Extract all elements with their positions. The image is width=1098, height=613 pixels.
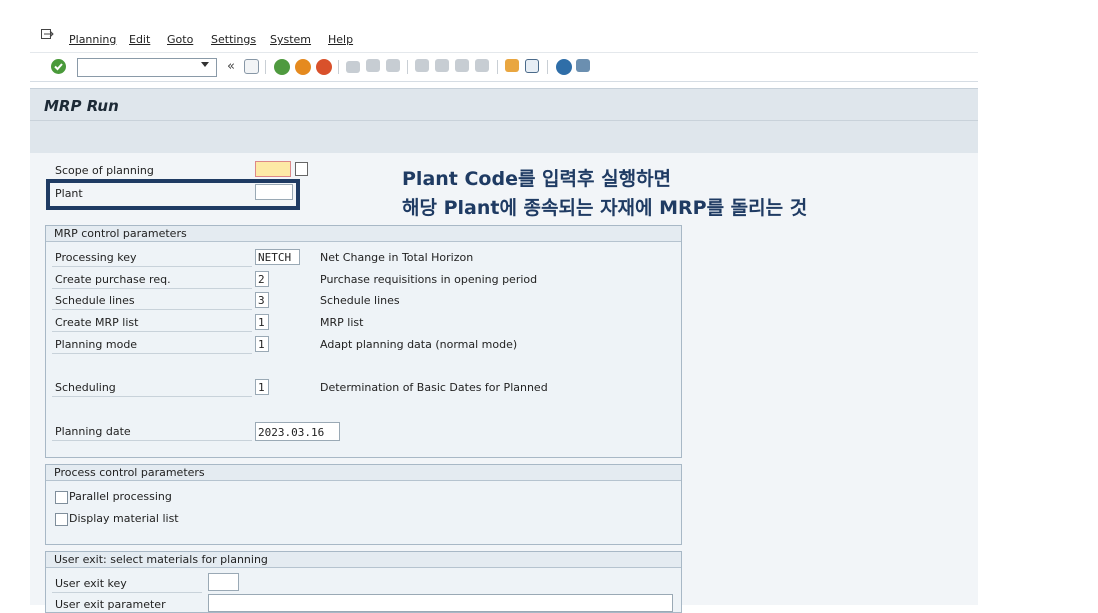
double-chevron-icon[interactable]: «	[227, 59, 235, 74]
page-title: MRP Run	[44, 97, 119, 115]
user-exit-key-label: User exit key	[55, 577, 127, 590]
menu-system[interactable]: System	[270, 33, 311, 46]
menu-icon[interactable]	[41, 29, 54, 39]
annotation-line-2: 해당 Plant에 종속되는 자재에 MRP를 돌리는 것	[402, 197, 808, 219]
first-page-icon[interactable]	[415, 59, 429, 72]
application-toolbar	[30, 120, 978, 154]
menu-goto[interactable]: Goto	[167, 33, 193, 46]
planning-mode-label: Planning mode	[55, 338, 138, 351]
matchcode-icon[interactable]	[295, 162, 308, 176]
processing-key-label: Processing key	[55, 251, 137, 264]
scheduling-input[interactable]: 1	[255, 379, 269, 395]
processing-key-input[interactable]: NETCH	[255, 249, 300, 265]
scope-of-planning-label: Scope of planning	[55, 164, 154, 177]
enter-icon[interactable]	[51, 59, 66, 74]
parallel-processing-label: Parallel processing	[69, 490, 172, 503]
group-title: MRP control parameters	[46, 226, 681, 242]
highlight-box	[46, 179, 300, 210]
group-title: Process control parameters	[46, 465, 681, 481]
command-field[interactable]	[77, 58, 217, 77]
parallel-processing-checkbox[interactable]	[55, 491, 68, 504]
title-bar: MRP Run	[30, 88, 978, 121]
menu-settings[interactable]: Settings	[211, 33, 256, 46]
cancel-icon[interactable]	[316, 59, 332, 75]
menu-edit[interactable]: Edit	[129, 33, 150, 46]
exit-icon[interactable]	[295, 59, 311, 75]
menu-planning[interactable]: Planning	[69, 33, 116, 46]
next-page-icon[interactable]	[455, 59, 469, 72]
scheduling-desc: Determination of Basic Dates for Planned	[320, 381, 548, 394]
create-purchase-req-label: Create purchase req.	[55, 273, 171, 286]
planning-mode-desc: Adapt planning data (normal mode)	[320, 338, 518, 351]
create-mrp-list-desc: MRP list	[320, 316, 364, 329]
print-icon[interactable]	[346, 61, 360, 73]
shortcut-icon[interactable]	[525, 59, 539, 73]
planning-date-label: Planning date	[55, 425, 131, 438]
schedule-lines-input[interactable]: 3	[255, 292, 269, 308]
help-icon[interactable]	[556, 59, 572, 75]
save-icon[interactable]	[244, 59, 259, 74]
scheduling-label: Scheduling	[55, 381, 116, 394]
customize-icon[interactable]	[576, 59, 590, 72]
back-icon[interactable]	[274, 59, 290, 75]
create-mrp-list-input[interactable]: 1	[255, 314, 269, 330]
create-mrp-list-label: Create MRP list	[55, 316, 139, 329]
processing-key-desc: Net Change in Total Horizon	[320, 251, 474, 264]
find-icon[interactable]	[366, 59, 380, 72]
planning-mode-input[interactable]: 1	[255, 336, 269, 352]
planning-date-input[interactable]: 2023.03.16	[255, 422, 340, 441]
display-material-list-checkbox[interactable]	[55, 513, 68, 526]
last-page-icon[interactable]	[475, 59, 489, 72]
new-session-icon[interactable]	[505, 59, 519, 72]
group-title: User exit: select materials for planning	[46, 552, 681, 568]
user-exit-parameter-input[interactable]	[208, 594, 673, 612]
standard-toolbar: «	[30, 53, 978, 82]
scope-of-planning-input[interactable]	[255, 161, 291, 177]
prev-page-icon[interactable]	[435, 59, 449, 72]
menu-bar: Planning Edit Goto Settings System Help	[30, 22, 978, 53]
display-material-list-label: Display material list	[69, 512, 179, 525]
menu-help[interactable]: Help	[328, 33, 353, 46]
schedule-lines-desc: Schedule lines	[320, 294, 400, 307]
chevron-down-icon[interactable]	[201, 62, 209, 67]
schedule-lines-label: Schedule lines	[55, 294, 135, 307]
user-exit-key-input[interactable]	[208, 573, 239, 591]
find-next-icon[interactable]	[386, 59, 400, 72]
create-purchase-req-desc: Purchase requisitions in opening period	[320, 273, 538, 286]
create-purchase-req-input[interactable]: 2	[255, 271, 269, 287]
process-control-group: Process control parameters	[45, 464, 682, 545]
annotation-line-1: Plant Code를 입력후 실행하면	[402, 168, 672, 190]
